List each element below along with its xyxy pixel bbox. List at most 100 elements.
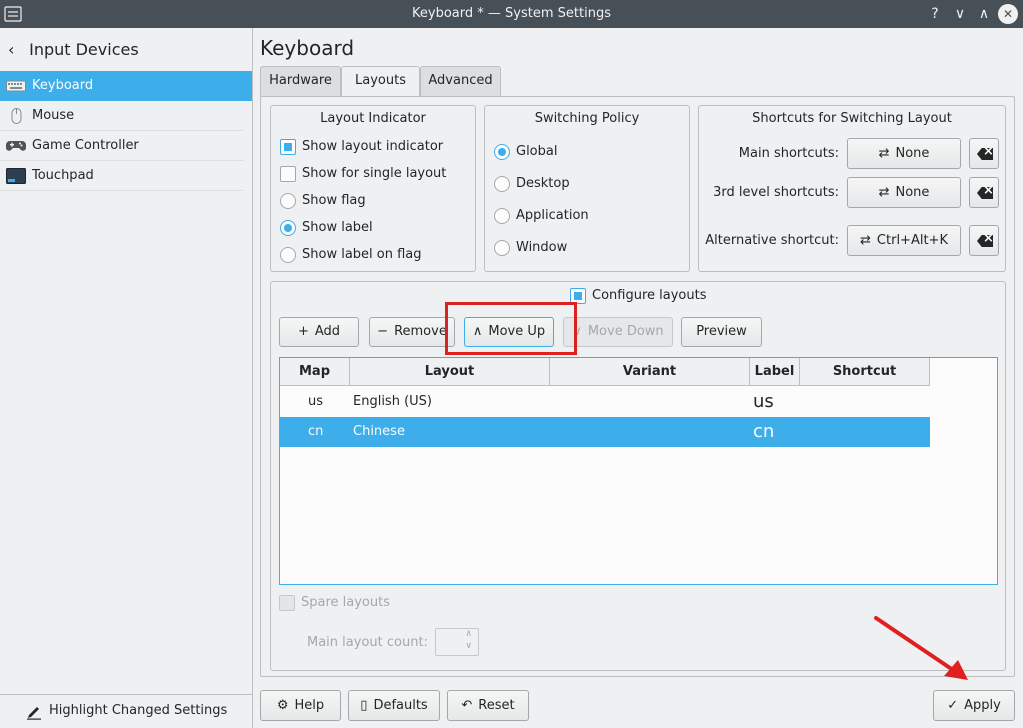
third-level-shortcuts-label: 3rd level shortcuts: [713, 185, 839, 200]
sidebar-item-keyboard[interactable]: Keyboard [0, 71, 252, 101]
cell-label: cn [753, 421, 775, 442]
checkmark-icon: ✓ [947, 698, 959, 713]
tab-layouts[interactable]: Layouts [341, 66, 420, 98]
policy-application-radio[interactable]: Application [494, 208, 589, 226]
show-label-on-flag-radio[interactable]: Show label on flag [280, 247, 422, 265]
chevron-left-icon: ‹ [8, 40, 15, 59]
apply-button[interactable]: ✓ Apply [933, 690, 1015, 721]
help-icon[interactable]: ? [925, 4, 945, 24]
radio-icon [280, 193, 296, 209]
spin-down-icon[interactable]: ∨ [465, 641, 472, 651]
add-layout-button[interactable]: + Add [279, 317, 359, 347]
column-layout[interactable]: Layout [350, 358, 550, 386]
clear-third-level-shortcut-button[interactable] [969, 177, 999, 208]
help-button[interactable]: ⚙ Help [260, 690, 341, 721]
sidebar-item-touchpad[interactable]: Touchpad [0, 161, 244, 191]
layouts-tab-panel: Layout Indicator Show layout indicator S… [260, 96, 1015, 677]
layout-indicator-group: Layout Indicator Show layout indicator S… [270, 105, 476, 272]
sidebar-back-button[interactable]: ‹ Input Devices [8, 40, 139, 59]
table-row[interactable]: us English (US) us [280, 387, 930, 417]
sidebar-footer: Highlight Changed Settings [0, 694, 252, 728]
shortcut-settings-icon: ⇄ [878, 185, 890, 200]
show-for-single-layout-checkbox[interactable]: Show for single layout [280, 166, 446, 184]
show-label-radio[interactable]: Show label [280, 220, 373, 238]
sidebar-item-label: Touchpad [32, 168, 94, 183]
touchpad-icon [6, 168, 26, 184]
highlight-icon [27, 707, 41, 720]
window-titlebar: Keyboard * — System Settings ? ∨ ∧ ✕ [0, 0, 1023, 28]
cell-map: cn [308, 424, 324, 439]
tab-hardware[interactable]: Hardware [260, 66, 341, 97]
policy-window-radio[interactable]: Window [494, 240, 567, 258]
configure-layouts-checkbox[interactable]: Configure layouts [570, 288, 706, 306]
shortcuts-title: Shortcuts for Switching Layout [752, 111, 952, 126]
cell-layout: Chinese [353, 424, 405, 439]
main-shortcuts-label: Main shortcuts: [738, 146, 839, 161]
alternative-shortcut-button[interactable]: ⇄ Ctrl+Alt+K [847, 225, 961, 256]
sidebar-item-mouse[interactable]: Mouse [0, 101, 244, 131]
page-title: Keyboard [260, 36, 355, 60]
minimize-icon[interactable]: ∨ [950, 4, 970, 24]
main-shortcuts-button[interactable]: ⇄ None [847, 138, 961, 169]
column-map[interactable]: Map [280, 358, 350, 386]
remove-layout-button[interactable]: − Remove [369, 317, 455, 347]
main-layout-count-spinbox[interactable]: ∧ ∨ [435, 628, 479, 656]
defaults-button[interactable]: ▯ Defaults [348, 690, 440, 721]
radio-icon [280, 247, 296, 263]
maximize-icon[interactable]: ∧ [974, 4, 994, 24]
show-layout-indicator-checkbox[interactable]: Show layout indicator [280, 139, 443, 157]
policy-global-radio[interactable]: Global [494, 144, 557, 162]
annotation-arrow-icon [874, 616, 968, 680]
keyboard-icon [6, 80, 26, 92]
third-level-shortcuts-button[interactable]: ⇄ None [847, 177, 961, 208]
preview-button[interactable]: Preview [681, 317, 762, 347]
move-down-button[interactable]: ∨ Move Down [563, 317, 673, 347]
sidebar: ‹ Input Devices Keyboard Mouse Game Cont… [0, 28, 253, 728]
column-shortcut[interactable]: Shortcut [800, 358, 930, 386]
switching-policy-group: Switching Policy Global Desktop Applicat… [484, 105, 690, 272]
highlight-changed-settings-button[interactable]: Highlight Changed Settings [49, 703, 227, 718]
minus-icon: − [377, 324, 389, 339]
annotation-highlight-box [445, 302, 577, 355]
shortcuts-group: Shortcuts for Switching Layout Main shor… [698, 105, 1006, 272]
sidebar-header-label: Input Devices [29, 40, 139, 59]
column-variant[interactable]: Variant [550, 358, 750, 386]
close-icon[interactable]: ✕ [998, 4, 1018, 24]
switching-policy-title: Switching Policy [534, 111, 640, 126]
alternative-shortcut-label: Alternative shortcut: [705, 233, 839, 248]
sidebar-list: Keyboard Mouse Game Controller Touchpad [0, 71, 252, 191]
show-flag-radio[interactable]: Show flag [280, 193, 366, 211]
backspace-icon [977, 235, 993, 247]
main-panel: Keyboard Hardware Layouts Advanced Layou… [254, 28, 1023, 728]
checkbox-icon [280, 139, 296, 155]
backspace-icon [977, 187, 993, 199]
cell-layout: English (US) [353, 394, 432, 409]
table-row[interactable]: cn Chinese cn [280, 417, 930, 447]
cell-label: us [753, 391, 774, 412]
clear-main-shortcut-button[interactable] [969, 138, 999, 169]
spin-up-icon[interactable]: ∧ [465, 629, 472, 639]
reset-button[interactable]: ↶ Reset [447, 690, 529, 721]
main-layout-count-label: Main layout count: [307, 635, 428, 650]
mouse-icon [11, 108, 22, 124]
column-label[interactable]: Label [750, 358, 800, 386]
plus-icon: + [297, 324, 309, 339]
radio-icon [280, 220, 296, 236]
layouts-table[interactable]: Map Layout Variant Label Shortcut us Eng… [279, 357, 998, 585]
checkbox-icon [279, 595, 295, 611]
backspace-icon [977, 148, 993, 160]
radio-icon [494, 208, 510, 224]
sidebar-item-label: Keyboard [32, 78, 94, 93]
radio-icon [494, 176, 510, 192]
sidebar-item-game-controller[interactable]: Game Controller [0, 131, 244, 161]
tab-advanced[interactable]: Advanced [420, 66, 501, 97]
checkbox-icon [280, 166, 296, 182]
spare-layouts-checkbox[interactable]: Spare layouts [279, 595, 390, 613]
window-title: Keyboard * — System Settings [412, 6, 611, 21]
shortcut-settings-icon: ⇄ [878, 146, 890, 161]
configure-layouts-group: Configure layouts + Add − Remove ∧ Move Up … [270, 281, 1006, 671]
clear-alternative-shortcut-button[interactable] [969, 225, 999, 256]
gamepad-icon [6, 141, 26, 151]
policy-desktop-radio[interactable]: Desktop [494, 176, 570, 194]
radio-icon [494, 144, 510, 160]
